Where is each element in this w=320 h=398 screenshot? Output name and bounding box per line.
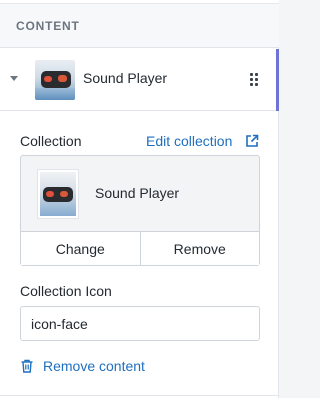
collection-label: Collection <box>20 133 82 149</box>
content-panel: CONTENT Sound Player Collection Edit col… <box>0 0 279 398</box>
content-item-label: Sound Player <box>83 70 168 86</box>
remove-content-button[interactable]: Remove content <box>20 357 145 375</box>
section-title: CONTENT <box>16 18 80 33</box>
remove-button[interactable]: Remove <box>139 232 259 265</box>
collection-name: Sound Player <box>95 185 180 201</box>
section-header: CONTENT <box>0 4 279 48</box>
panel-bottom-divider <box>0 395 279 396</box>
remove-content-label: Remove content <box>43 358 145 374</box>
change-button[interactable]: Change <box>21 232 140 265</box>
chevron-down-icon[interactable] <box>10 76 18 81</box>
collection-icon-label: Collection Icon <box>20 283 112 299</box>
collection-thumbnail <box>37 169 79 219</box>
collection-icon-input[interactable] <box>20 306 260 341</box>
drag-handle-icon[interactable] <box>250 73 258 86</box>
selected-accent-bar <box>276 49 279 111</box>
collection-actions: Change Remove <box>21 231 259 265</box>
content-item-row[interactable]: Sound Player <box>0 49 279 111</box>
collection-card: Sound Player Change Remove <box>20 155 260 266</box>
edit-collection-link[interactable]: Edit collection <box>146 133 232 149</box>
trash-icon <box>21 359 33 373</box>
content-item-thumbnail <box>35 60 75 100</box>
collection-preview: Sound Player <box>21 156 259 231</box>
external-link-icon[interactable] <box>245 134 259 148</box>
